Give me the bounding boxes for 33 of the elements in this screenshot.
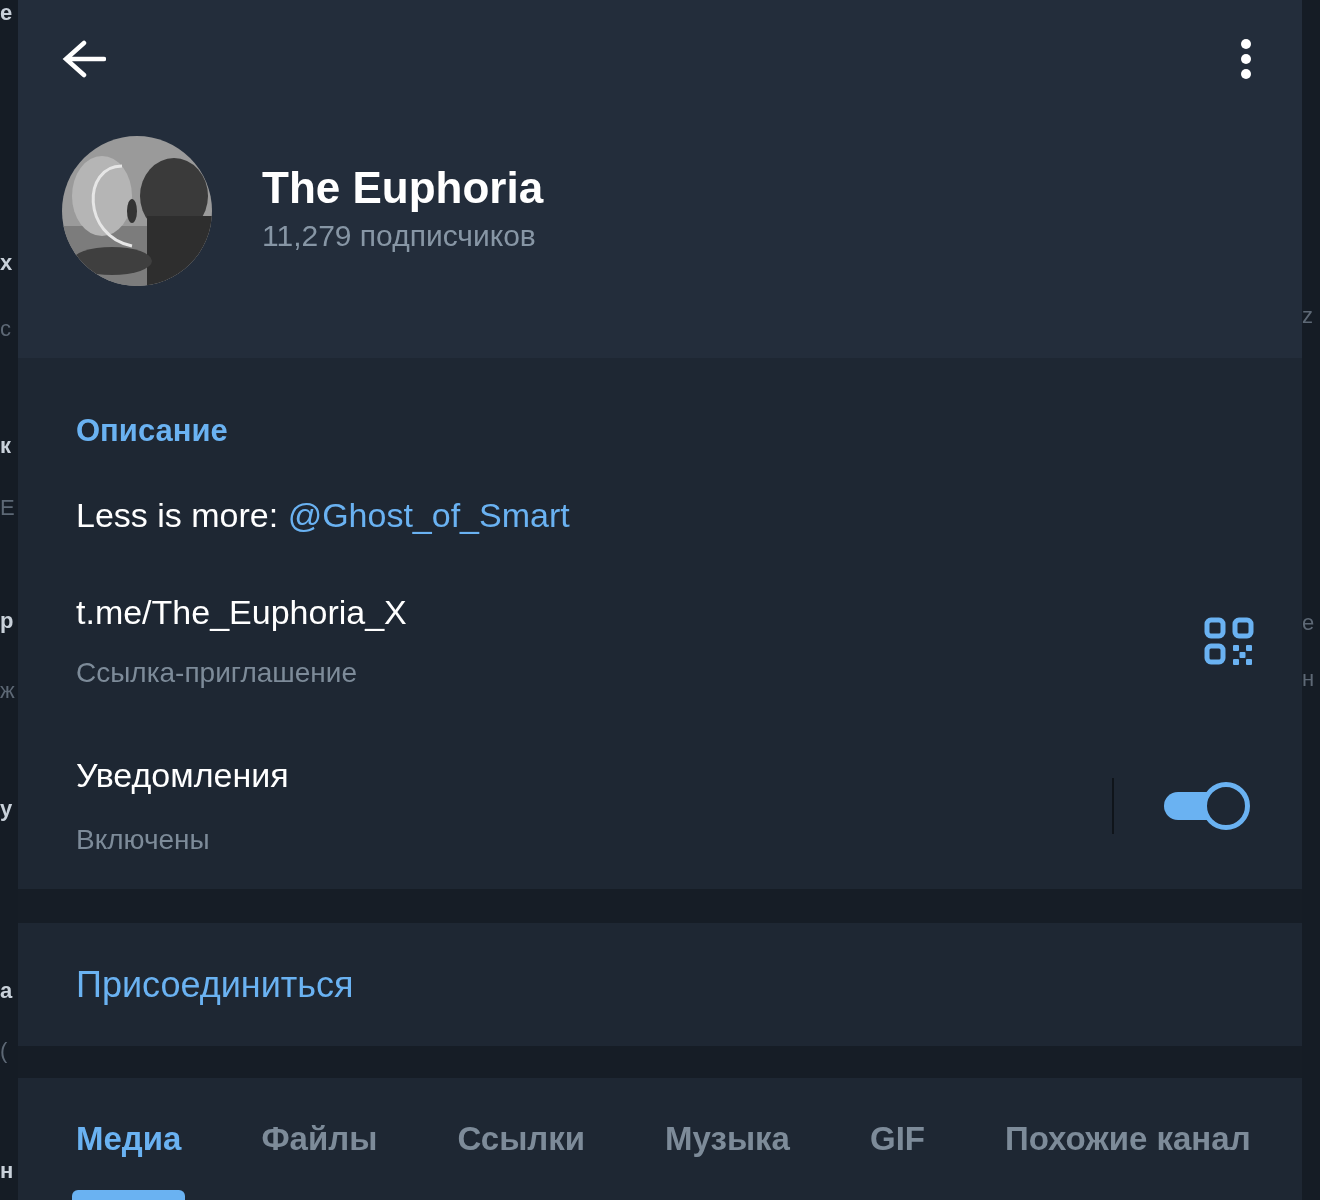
tab[interactable]: Музыка (665, 1078, 790, 1200)
description-text: Less is more: @Ghost_of_Smart (76, 495, 571, 537)
channel-title: The Euphoria (262, 164, 544, 213)
background-text: р (0, 610, 14, 632)
background-text: н (0, 1160, 14, 1182)
background-text: Е (0, 497, 15, 519)
background-text: е (1302, 612, 1315, 634)
notifications-status: Включены (76, 823, 211, 858)
background-text: к (0, 435, 11, 457)
tab[interactable]: Похожие канал (1004, 1078, 1251, 1200)
mention-link[interactable]: @Ghost_of_Smart (287, 496, 570, 535)
background-text: z (1302, 305, 1313, 327)
back-icon[interactable] (62, 39, 106, 79)
join-button[interactable]: Присоединиться (76, 957, 354, 1012)
background-text: е (0, 2, 13, 24)
subscriber-count: 11,279 подписчиков (262, 217, 537, 254)
background-text: ж (0, 680, 15, 702)
tab[interactable]: GIF (869, 1078, 925, 1200)
background-text: а (0, 980, 13, 1002)
background-text: у (0, 798, 13, 820)
qr-code-icon[interactable] (1204, 616, 1254, 665)
notifications-label: Уведомления (76, 755, 289, 797)
link-caption: Ссылка-приглашение (76, 656, 359, 691)
invite-link[interactable]: t.me/The_Euphoria_X (76, 587, 407, 639)
more-icon[interactable] (1240, 38, 1252, 80)
section-heading: Описание (76, 411, 229, 450)
notifications-toggle[interactable] (1164, 781, 1250, 830)
tab[interactable]: Файлы (261, 1078, 378, 1200)
background-text: х (0, 252, 13, 274)
background-text: с (0, 318, 11, 340)
tab[interactable]: Ссылки (457, 1078, 586, 1200)
background-text: ( (0, 1040, 8, 1062)
background-text: н (1302, 668, 1315, 690)
